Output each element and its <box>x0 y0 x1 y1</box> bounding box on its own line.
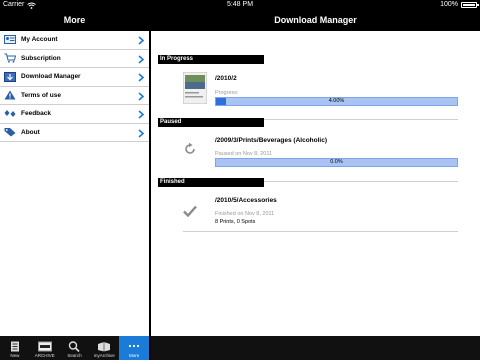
download-row-finished[interactable]: /2010/5/Accessories Finished on Nov 8, 2… <box>183 192 458 232</box>
download-manager-title: Download Manager <box>151 10 480 31</box>
battery-percent: 100% <box>440 1 458 8</box>
finished-date: Finished on Nov 8, 2011 <box>215 211 275 217</box>
menu-item-label: My Account <box>21 36 58 44</box>
search-icon <box>67 340 81 352</box>
progress-text: 0.0% <box>330 159 343 165</box>
menu-item-label: Feedback <box>21 110 51 118</box>
download-path: /2010/2 <box>215 75 237 82</box>
paused-date: Paused on Nov 8, 2011 <box>215 151 273 157</box>
cart-icon <box>4 53 16 63</box>
tab-bar: New ARCHIVE Search myArchive More <box>0 336 149 360</box>
chevron-right-icon <box>138 73 145 82</box>
tab-search[interactable]: Search <box>60 336 90 360</box>
section-header-finished: Finished <box>158 178 264 187</box>
more-menu: My Account Subscription Download Manager… <box>0 31 149 142</box>
feedback-icon <box>4 109 16 119</box>
chevron-right-icon <box>138 54 145 64</box>
new-icon <box>8 340 22 352</box>
tab-new[interactable]: New <box>0 336 30 360</box>
menu-item-terms-of-use[interactable]: Terms of use <box>0 87 149 105</box>
my-archive-icon <box>97 340 111 352</box>
menu-item-about[interactable]: About <box>0 124 149 142</box>
chevron-right-icon <box>138 91 145 101</box>
progress-bar: 0.0% <box>215 158 458 167</box>
menu-item-label: Download Manager <box>21 73 81 81</box>
status-right: 100% <box>440 0 479 10</box>
tab-label: ARCHIVE <box>34 353 55 358</box>
more-panel: More My Account Subscription Download Ma… <box>0 10 149 360</box>
menu-item-download-manager[interactable]: Download Manager <box>0 68 149 87</box>
id-card-icon <box>4 35 16 45</box>
menu-item-subscription[interactable]: Subscription <box>0 50 149 68</box>
progress-bar: 4.00% <box>215 97 458 106</box>
tab-myarchive[interactable]: myArchive <box>89 336 119 360</box>
menu-item-feedback[interactable]: Feedback <box>0 105 149 124</box>
download-path: /2009/3/Prints/Beverages (Alcoholic) <box>215 137 327 144</box>
progress-label: Progress: <box>215 90 239 96</box>
battery-icon <box>461 2 479 8</box>
refresh-icon <box>185 142 195 154</box>
download-row-paused[interactable]: /2009/3/Prints/Beverages (Alcoholic) Pau… <box>183 132 458 182</box>
menu-item-label: Terms of use <box>21 91 61 99</box>
section-header-in-progress: In Progress <box>158 55 264 64</box>
tab-label: New <box>10 353 20 358</box>
tab-archive[interactable]: ARCHIVE <box>30 336 60 360</box>
chevron-right-icon <box>138 110 145 119</box>
download-row-in-progress[interactable]: /2010/2 Progress: 4.00% <box>183 70 458 120</box>
menu-item-label: Subscription <box>21 54 61 62</box>
tab-label: myArchive <box>93 353 115 358</box>
tab-label: Search <box>67 353 82 358</box>
tab-more[interactable]: More <box>119 336 149 360</box>
archive-icon <box>37 340 52 352</box>
issue-thumbnail <box>183 72 207 104</box>
chevron-right-icon <box>138 128 145 138</box>
download-manager-panel: Download Manager In Progress /2010/2 Pro… <box>151 10 480 360</box>
status-bar: Carrier 5:48 PM 100% <box>0 0 480 10</box>
tab-label: More <box>128 353 140 358</box>
download-path: /2010/5/Accessories <box>215 197 277 204</box>
more-title: More <box>0 10 149 31</box>
status-time: 5:48 PM <box>226 1 254 8</box>
checkmark-icon <box>183 205 197 217</box>
more-dots-icon <box>127 340 141 352</box>
finished-detail: 8 Prints, 0 Spots <box>215 219 256 225</box>
menu-item-my-account[interactable]: My Account <box>0 31 149 50</box>
warning-icon <box>4 90 16 100</box>
download-icon <box>4 71 16 82</box>
section-header-paused: Paused <box>158 118 264 127</box>
chevron-right-icon <box>138 36 145 45</box>
progress-text: 4.00% <box>328 98 345 104</box>
tag-icon <box>4 127 16 137</box>
bottom-bar <box>151 336 480 360</box>
menu-item-label: About <box>21 128 40 136</box>
